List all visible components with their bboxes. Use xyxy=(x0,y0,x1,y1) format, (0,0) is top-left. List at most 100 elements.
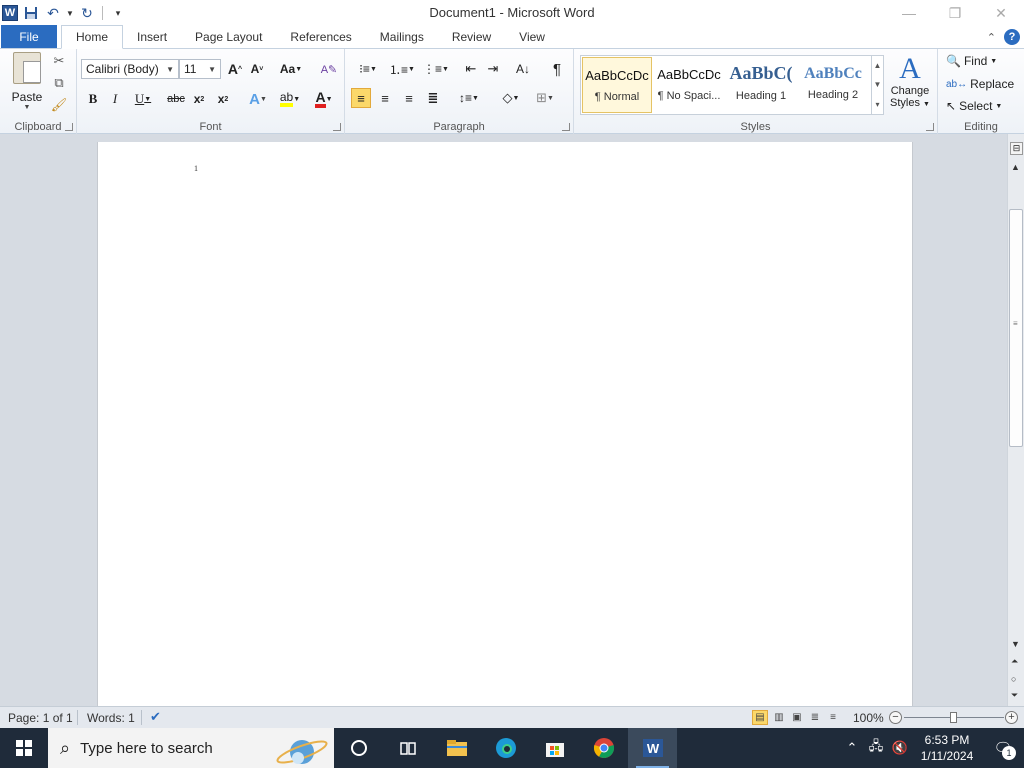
minimize-icon[interactable]: — xyxy=(886,0,932,26)
document-text[interactable]: 1 xyxy=(194,164,198,173)
help-icon[interactable]: ? xyxy=(1004,29,1020,45)
page-count[interactable]: Page: 1 of 1 xyxy=(8,711,73,725)
draft-icon[interactable]: ≡ xyxy=(825,710,841,725)
clear-formatting-icon[interactable]: A✎ xyxy=(319,59,339,79)
view-ruler-icon[interactable]: ⊟ xyxy=(1010,142,1023,155)
browse-object-icon[interactable]: ○ xyxy=(1011,674,1016,684)
clock[interactable]: 6:53 PM 1/11/2024 xyxy=(912,732,982,764)
tab-insert[interactable]: Insert xyxy=(123,25,181,48)
clipboard-launcher-icon[interactable] xyxy=(65,123,73,131)
tab-mailings[interactable]: Mailings xyxy=(366,25,438,48)
file-explorer-icon[interactable] xyxy=(432,728,481,768)
paragraph-launcher-icon[interactable] xyxy=(562,123,570,131)
increase-indent-icon[interactable]: ⇥ xyxy=(483,59,503,79)
font-size-combo[interactable]: 11 ▼ xyxy=(179,59,221,79)
word-count[interactable]: Words: 1 xyxy=(87,711,135,725)
font-color-icon[interactable]: A ▼ xyxy=(309,89,339,109)
decrease-indent-icon[interactable]: ⇤ xyxy=(461,59,481,79)
document-page[interactable]: 1 xyxy=(97,142,913,706)
tab-page-layout[interactable]: Page Layout xyxy=(181,25,276,48)
italic-icon[interactable]: I xyxy=(105,89,125,109)
font-name-combo[interactable]: Calibri (Body) ▼ xyxy=(81,59,179,79)
edge-icon[interactable] xyxy=(481,728,530,768)
tab-home[interactable]: Home xyxy=(61,25,124,49)
tab-review[interactable]: Review xyxy=(438,25,505,48)
find-button[interactable]: 🔍 Find ▼ xyxy=(946,54,997,68)
zoom-slider-knob[interactable] xyxy=(950,712,957,723)
minimize-ribbon-icon[interactable]: ⌃ xyxy=(987,31,996,44)
show-hidden-icons-icon[interactable]: ⌃ xyxy=(840,740,864,756)
subscript-icon[interactable]: x2 xyxy=(189,89,209,109)
volume-muted-icon[interactable]: 🔇 xyxy=(888,740,912,756)
align-center-icon[interactable]: ≡ xyxy=(375,88,395,108)
previous-page-icon[interactable]: ⏶ xyxy=(1011,656,1018,667)
outline-icon[interactable]: ≣ xyxy=(807,710,823,725)
action-center-icon[interactable]: 🗨 1 xyxy=(982,728,1024,768)
bullets-icon[interactable]: ⁝≡ ▼ xyxy=(353,59,383,79)
web-layout-icon[interactable]: ▣ xyxy=(789,710,805,725)
taskbar-search[interactable]: ⌕ Type here to search xyxy=(48,728,334,768)
select-button[interactable]: ↖ Select ▼ xyxy=(946,99,1002,113)
style-no-spacing[interactable]: AaBbCcDc ¶ No Spaci... xyxy=(654,57,724,113)
store-icon[interactable] xyxy=(530,728,579,768)
scroll-thumb[interactable] xyxy=(1009,209,1023,447)
redo-icon[interactable]: ↻ xyxy=(78,4,96,22)
align-left-icon[interactable]: ≡ xyxy=(351,88,371,108)
font-launcher-icon[interactable] xyxy=(333,123,341,131)
zoom-level[interactable]: 100% xyxy=(853,711,884,725)
zoom-in-icon[interactable]: + xyxy=(1005,711,1018,724)
restore-icon[interactable]: ❐ xyxy=(932,0,978,26)
sort-icon[interactable]: A↓ xyxy=(513,59,533,79)
tab-references[interactable]: References xyxy=(276,25,365,48)
grow-font-icon[interactable]: A ^ xyxy=(225,59,245,79)
strikethrough-icon[interactable]: abc xyxy=(165,89,187,109)
cortana-icon[interactable] xyxy=(334,728,383,768)
underline-icon[interactable]: U ▼ xyxy=(129,89,157,109)
bold-icon[interactable]: B xyxy=(83,89,103,109)
print-layout-icon[interactable]: ▤ xyxy=(752,710,768,725)
justify-icon[interactable]: ≣ xyxy=(423,88,443,108)
undo-icon[interactable]: ↶ xyxy=(44,4,62,22)
save-icon[interactable] xyxy=(22,4,40,22)
borders-icon[interactable]: ⊞ ▼ xyxy=(531,88,559,108)
chrome-icon[interactable] xyxy=(579,728,628,768)
copy-icon[interactable]: ⧉ xyxy=(51,75,67,91)
highlight-color-icon[interactable]: ab ▼ xyxy=(275,89,305,109)
styles-launcher-icon[interactable] xyxy=(926,123,934,131)
shading-icon[interactable]: ◇ ▼ xyxy=(497,88,525,108)
task-view-icon[interactable] xyxy=(383,728,432,768)
multilevel-list-icon[interactable]: ⋮≡ ▼ xyxy=(421,59,451,79)
zoom-out-icon[interactable]: − xyxy=(889,711,902,724)
customize-qat-icon[interactable]: ▾ xyxy=(109,4,127,22)
undo-dropdown-icon[interactable]: ▼ xyxy=(66,4,74,22)
network-icon[interactable]: 🖧 xyxy=(864,737,888,759)
scroll-down-icon[interactable]: ▼ xyxy=(1011,639,1020,649)
paste-button[interactable]: Paste ▼ xyxy=(8,52,46,111)
chevron-down-icon[interactable]: ▼ xyxy=(874,80,882,89)
format-painter-icon[interactable]: 🖌 xyxy=(51,97,68,113)
text-effects-icon[interactable]: A ▼ xyxy=(245,89,271,109)
change-case-icon[interactable]: Aa ▼ xyxy=(277,59,305,79)
close-icon[interactable]: ✕ xyxy=(978,0,1024,26)
full-screen-reading-icon[interactable]: ▥ xyxy=(771,710,787,725)
scroll-up-icon[interactable]: ▲ xyxy=(1011,162,1020,172)
next-page-icon[interactable]: ⏷ xyxy=(1011,690,1018,701)
word-taskbar-icon[interactable]: W xyxy=(628,728,677,768)
chevron-up-icon[interactable]: ▲ xyxy=(874,61,882,70)
shrink-font-icon[interactable]: A ˅ xyxy=(247,59,267,79)
vertical-scrollbar[interactable]: ⊟ ▲ ≡ ▼ ⏶ ○ ⏷ xyxy=(1007,134,1024,706)
tab-view[interactable]: View xyxy=(505,25,559,48)
proofing-icon[interactable]: ✔ xyxy=(150,709,161,725)
superscript-icon[interactable]: x2 xyxy=(213,89,233,109)
style-heading-2[interactable]: AaBbCc Heading 2 xyxy=(798,57,868,113)
line-spacing-icon[interactable]: ↕≡ ▼ xyxy=(455,88,483,108)
styles-gallery-scroll[interactable]: ▲ ▼ ▾ xyxy=(871,56,883,114)
style-normal[interactable]: AaBbCcDc ¶ Normal xyxy=(582,57,652,113)
word-logo-icon[interactable]: W xyxy=(2,5,18,21)
show-formatting-icon[interactable]: ¶ xyxy=(547,59,567,79)
tab-file[interactable]: File xyxy=(1,25,57,48)
numbering-icon[interactable]: ⒈≡ ▼ xyxy=(387,59,417,79)
align-right-icon[interactable]: ≡ xyxy=(399,88,419,108)
replace-button[interactable]: ab↔ Replace xyxy=(946,77,1014,91)
more-styles-icon[interactable]: ▾ xyxy=(875,100,879,109)
